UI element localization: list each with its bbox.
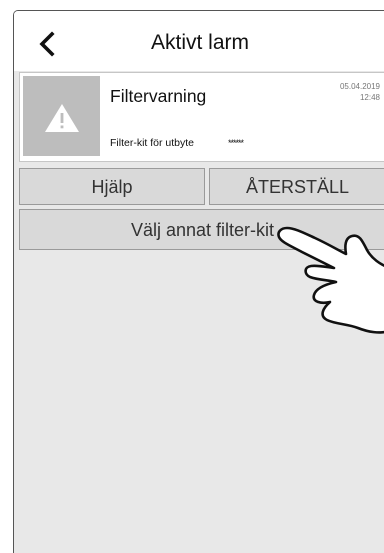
header: Aktivt larm bbox=[14, 11, 384, 71]
reset-button[interactable]: ÅTERSTÄLL bbox=[209, 168, 384, 205]
alarm-card[interactable]: Filtervarning 05.04.2019 12:48 Filter-ki… bbox=[19, 72, 384, 162]
action-row: Hjälp ÅTERSTÄLL bbox=[19, 168, 384, 205]
alarm-date: 05.04.2019 bbox=[339, 82, 380, 91]
alarm-timestamp: 05.04.2019 12:48 bbox=[340, 81, 380, 103]
back-button[interactable] bbox=[35, 31, 61, 57]
alarm-time: 12:48 bbox=[359, 93, 380, 102]
tap-hand-icon bbox=[277, 226, 384, 334]
chevron-left-icon bbox=[39, 31, 55, 57]
page-title: Aktivt larm bbox=[150, 31, 249, 54]
alarm-name: Filtervarning bbox=[110, 86, 207, 106]
device-screen: Aktivt larm Filtervarning 05.04.2019 12:… bbox=[13, 10, 384, 553]
warning-triangle-icon bbox=[45, 104, 79, 132]
help-button[interactable]: Hjälp bbox=[19, 168, 205, 205]
alarm-masked-value: ****** bbox=[228, 138, 244, 148]
warning-box bbox=[23, 76, 100, 156]
alarm-description: Filter-kit för utbyte bbox=[110, 137, 195, 149]
